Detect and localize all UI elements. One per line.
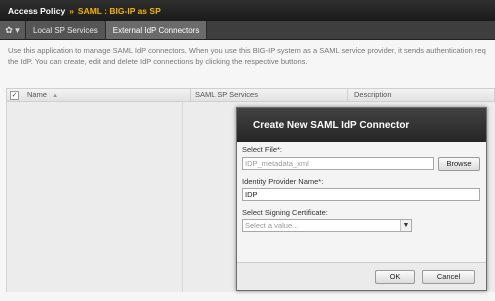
breadcrumb-separator: »	[69, 5, 74, 16]
gear-icon[interactable]: ✿ ▾	[0, 21, 26, 39]
column-header-description[interactable]: Description	[347, 89, 392, 101]
column-header-saml-sp-services[interactable]: SAML SP Services	[190, 89, 258, 101]
idp-name-field[interactable]: IDP	[242, 188, 480, 201]
idp-name-label: Identity Provider Name*:	[242, 177, 324, 186]
select-file-field[interactable]: IDP_metadata_xml	[242, 157, 434, 170]
tab-bar: ✿ ▾ Local SP Services External IdP Conne…	[0, 21, 495, 40]
create-idp-connector-dialog: Create New SAML IdP Connector Select Fil…	[236, 107, 487, 291]
chevron-down-icon[interactable]: ▼	[400, 220, 411, 231]
sort-ascending-icon: ▲	[52, 93, 59, 99]
signing-certificate-select[interactable]: Select a value... ▼	[242, 219, 412, 232]
dialog-title: Create New SAML IdP Connector	[237, 108, 486, 142]
breadcrumb-section[interactable]: Access Policy	[8, 6, 65, 16]
cancel-button[interactable]: Cancel	[422, 270, 475, 284]
table-header: ✓ Name ▲ SAML SP Services Description	[6, 88, 495, 102]
page-title: SAML : BIG-IP as SP	[77, 5, 161, 16]
page-description: Use this application to manage SAML IdP …	[8, 45, 495, 67]
signing-certificate-label: Select Signing Certificate:	[242, 208, 328, 217]
column-divider	[182, 102, 183, 292]
select-file-label: Select File*:	[242, 145, 283, 154]
column-header-name[interactable]: Name ▲	[27, 89, 58, 101]
tab-local-sp-services[interactable]: Local SP Services	[26, 21, 106, 39]
description-line-1: Use this application to manage SAML IdP …	[8, 46, 486, 55]
tab-external-idp-connectors[interactable]: External IdP Connectors	[105, 21, 208, 39]
description-line-2: the IdP. You can create, edit and delete…	[8, 57, 308, 66]
signing-certificate-placeholder: Select a value...	[245, 221, 299, 230]
dialog-footer: OK Cancel	[237, 262, 486, 290]
select-all-checkbox[interactable]: ✓	[10, 91, 19, 100]
breadcrumb: Access Policy » SAML : BIG-IP as SP	[0, 0, 495, 21]
ok-button[interactable]: OK	[375, 270, 415, 284]
browse-button[interactable]: Browse	[438, 157, 480, 171]
column-name-label: Name	[27, 90, 48, 99]
